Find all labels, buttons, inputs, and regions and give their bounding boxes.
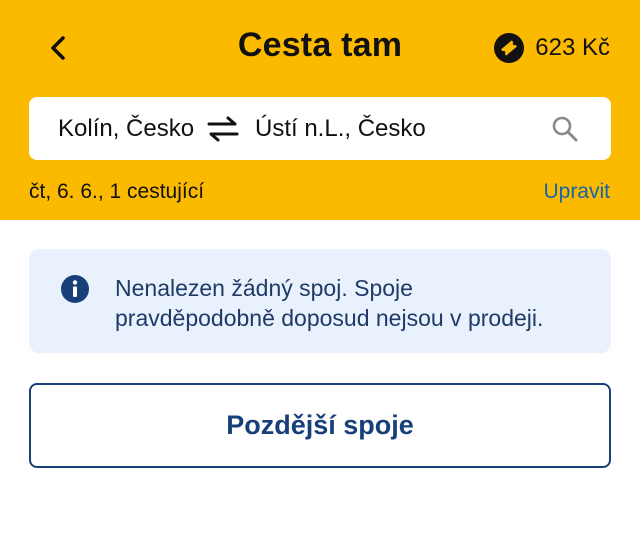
top-bar: Cesta tam 623 Kč Kolín, Česko Ústí n.L.,… — [0, 0, 640, 220]
edit-link[interactable]: Upravit — [543, 180, 610, 204]
route-search-field[interactable]: Kolín, Česko Ústí n.L., Česko — [29, 97, 611, 160]
info-icon — [59, 273, 91, 305]
notice-line-1: Nenalezen žádný spoj. Spoje — [115, 275, 413, 301]
credit-balance[interactable]: 623 Kč — [493, 30, 610, 66]
search-icon — [552, 116, 578, 142]
search-button[interactable] — [547, 111, 583, 147]
ticket-icon — [493, 32, 525, 64]
later-connections-button[interactable]: Pozdější spoje — [29, 383, 611, 468]
destination-station[interactable]: Ústí n.L., Česko — [255, 115, 426, 143]
swap-button[interactable] — [205, 111, 241, 147]
trip-summary: čt, 6. 6., 1 cestující — [29, 180, 205, 203]
origin-station[interactable]: Kolín, Česko — [58, 115, 194, 143]
credit-amount: 623 Kč — [535, 34, 610, 61]
swap-arrows-icon — [207, 116, 239, 142]
info-notice: Nenalezen žádný spoj. Spoje pravděpodobn… — [29, 249, 611, 353]
notice-line-2: pravděpodobně doposud nejsou v prodeji. — [115, 305, 544, 331]
notice-message: Nenalezen žádný spoj. Spoje pravděpodobn… — [115, 273, 595, 333]
